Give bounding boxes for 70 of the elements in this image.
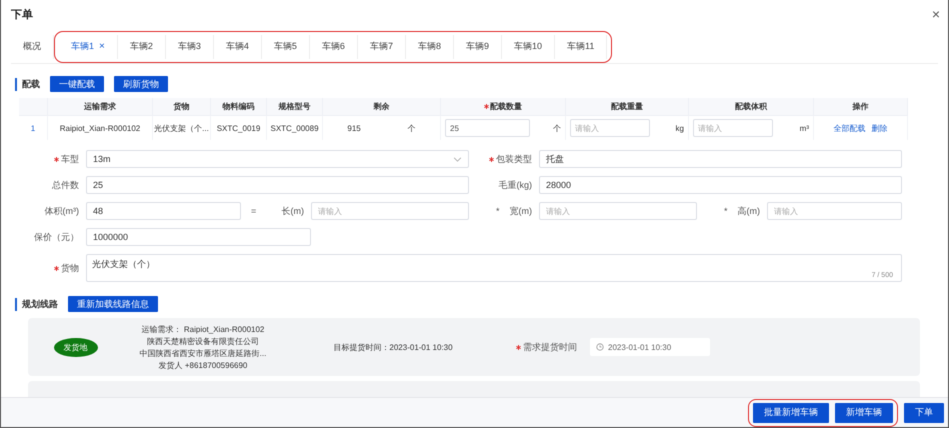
row-index: 1 [30,124,36,132]
field-label: 毛重(kg) [498,178,533,192]
volume-input[interactable]: 请输入 [693,119,773,137]
dialog-title: 下单 [11,8,33,22]
unit-label: 个 [553,122,561,134]
required-mark-icon [484,104,489,109]
field-label: 保价（元） [33,230,80,244]
field-label: 货物 [11,262,86,274]
length-input[interactable]: 请输入 [311,202,469,220]
insured-value-input[interactable]: 1000000 [86,228,311,246]
gross-weight-input[interactable]: 28000 [539,176,902,194]
field-label: 体积(m³) [44,204,80,218]
quantity-input[interactable]: 25 [445,119,530,137]
required-mark-icon [516,344,521,350]
required-mark-icon [54,266,59,270]
stop-badge: 发货地 [54,338,98,356]
table-header: 运输需求 [48,98,153,116]
equals-sign: = [251,206,256,216]
volume-input[interactable]: 48 [86,202,241,220]
field-label: 需求提货时间 [516,340,584,354]
field-label: 包装类型 [469,152,539,166]
total-pieces-input[interactable]: 25 [86,176,469,194]
section-title: 配载 [15,78,40,90]
table-header: 剩余 [323,98,441,116]
table-action-link[interactable]: 全部配载 [834,122,866,134]
footer-button[interactable]: 新增车辆 [835,402,893,422]
packaging-input[interactable]: 托盘 [539,150,902,168]
table-cell: SXTC_00089 [270,124,319,132]
table-header: 货物 [153,98,211,116]
table-cell: 915 [347,124,361,132]
action-button[interactable]: 一键配载 [50,76,104,92]
field-label: 长(m) [282,204,305,218]
field-label: 车型 [11,152,86,166]
target-time-text: 目标提货时间：2023-01-01 10:30 [333,342,453,352]
table-action-link[interactable]: 删除 [872,122,888,134]
field-label: * 高(m) [722,204,761,218]
tab-close-icon[interactable]: × [99,41,105,52]
clock-icon [596,343,604,351]
table-cell: SXTC_0019 [216,124,260,132]
table-header: 配载数量 [441,98,566,116]
chevron-down-icon [453,156,462,162]
reload-route-button[interactable]: 重新加载线路信息 [68,296,158,312]
vehicle-type-select[interactable]: 13m [86,150,469,168]
submit-button[interactable]: 下单 [904,402,944,422]
table-cell: Raipiot_Xian-R000102 [60,124,140,132]
action-button[interactable]: 刷新货物 [114,76,168,92]
unit-label: m³ [800,124,809,132]
required-mark-icon [54,156,59,162]
demand-text: 运输需求： Raipiot_Xian-R000102 [142,324,264,334]
company-name: 陕西天楚精密设备有限责任公司 [147,336,259,346]
address-text: 中国陕西省西安市雁塔区唐延路街... [140,348,266,358]
section-title: 规划线路 [15,298,58,310]
footer-button[interactable]: 批量新增车辆 [753,402,829,422]
field-label: 总件数 [51,178,80,192]
required-mark-icon [489,156,494,162]
table-header: 操作 [814,98,908,116]
contact-text: 发货人 +8618700596690 [158,360,248,370]
table-header: 规格型号 [267,98,323,116]
unit-label: kg [676,124,684,132]
table-header: 物料编码 [211,98,267,116]
close-button[interactable]: × [932,6,940,22]
table-header: 配载体积 [689,98,814,116]
height-input[interactable]: 请输入 [767,202,902,220]
weight-input[interactable]: 请输入 [570,119,650,137]
table-cell: 光伏支架（个... [154,122,209,134]
width-input[interactable]: 请输入 [539,202,697,220]
table-header: 配载重量 [566,98,689,116]
unit-label: 个 [408,122,416,134]
time-picker[interactable]: 2023-01-01 10:30 [590,338,710,356]
field-label: * 宽(m) [494,204,533,218]
